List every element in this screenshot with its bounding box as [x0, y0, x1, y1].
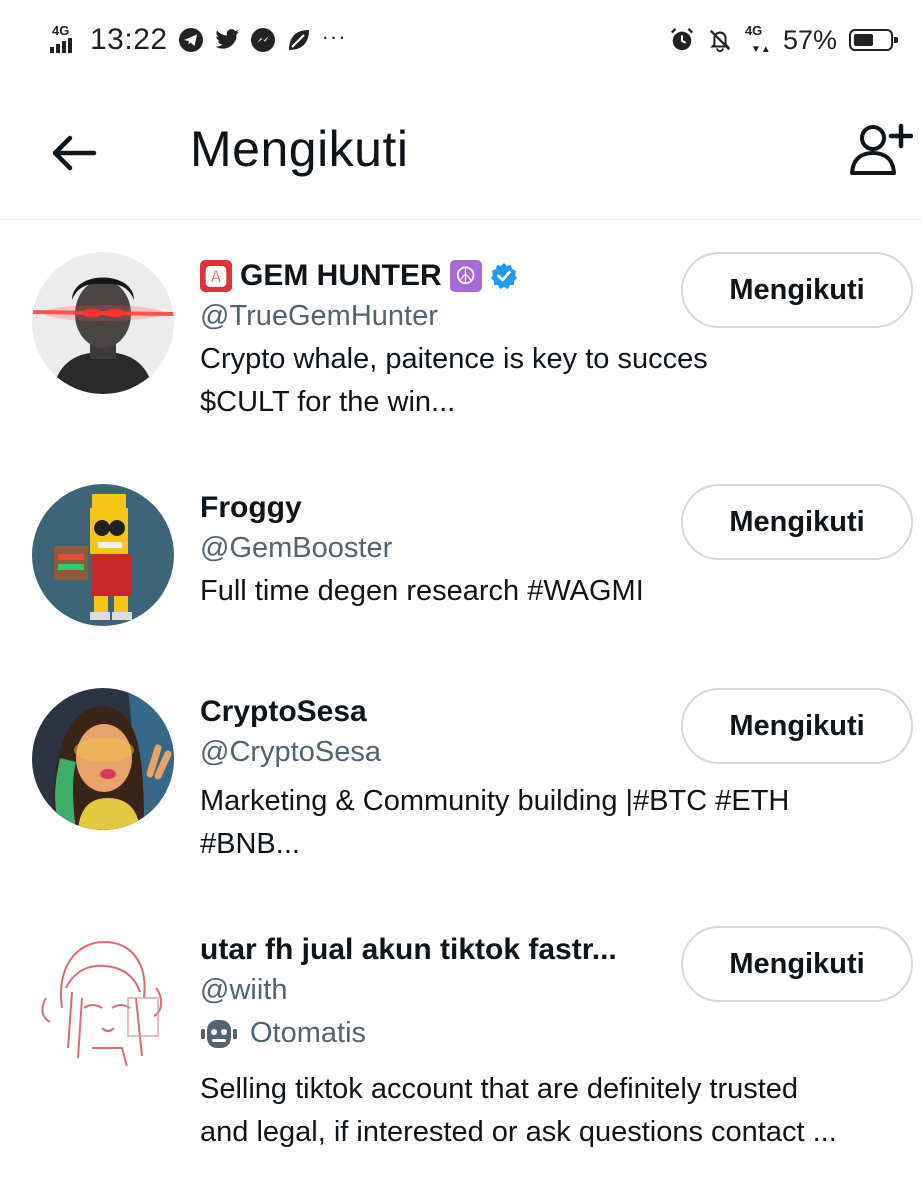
verified-badge-icon [490, 262, 518, 290]
avatar[interactable] [32, 252, 174, 394]
avatar[interactable] [32, 688, 174, 830]
user-bio: Selling tiktok account that are definite… [200, 1073, 837, 1148]
following-button[interactable]: Mengikuti [681, 484, 913, 560]
notifications-off-icon [707, 27, 733, 53]
display-name: Froggy [200, 491, 302, 524]
following-button[interactable]: Mengikuti [681, 926, 913, 1002]
arrow-left-icon [52, 135, 97, 171]
top-app-bar: Mengikuti [0, 80, 921, 220]
battery-icon [849, 29, 898, 51]
user-bio: Crypto whale, paitence is key to succes … [200, 343, 708, 418]
add-user-icon [850, 123, 913, 175]
automated-account-label: Otomatis [200, 1010, 921, 1056]
display-name: GEM HUNTER [240, 259, 442, 292]
avatar[interactable] [32, 928, 174, 1070]
user-row[interactable]: 🅰 GEM HUNTER ☮ @TrueGemHunter Crypto wha… [0, 250, 921, 470]
network-type: 4G [52, 23, 70, 38]
back-button[interactable] [44, 124, 102, 182]
mobile-data-icon: 4G ▼▲ [744, 23, 771, 55]
signal-icon: 4G [50, 23, 80, 57]
status-bar: 4G 13:22 ··· 4G ▼▲ 57% [0, 0, 921, 80]
user-bio: Full time degen research #WAGMI [200, 575, 644, 607]
user-row[interactable]: Froggy @GemBooster Full time degen resea… [0, 482, 921, 642]
user-row[interactable]: CryptoSesa @CryptoSesa Marketing & Commu… [0, 686, 921, 886]
following-button[interactable]: Mengikuti [681, 688, 913, 764]
more-notifications: ··· [321, 24, 347, 49]
display-name: CryptoSesa [200, 695, 367, 728]
alarm-icon [669, 27, 695, 53]
clock: 13:22 [90, 23, 168, 56]
user-row[interactable]: utar fh jual akun tiktok fastr... @wiith… [0, 924, 921, 1184]
letter-a-emoji-icon: 🅰 [200, 260, 232, 292]
network-type-right: 4G [744, 23, 763, 38]
bot-icon [201, 1020, 237, 1048]
display-name: utar fh jual akun tiktok fastr... [200, 933, 617, 966]
messenger-icon [250, 27, 276, 53]
peace-emoji-icon: ☮ [449, 260, 482, 292]
avatar[interactable] [32, 484, 174, 626]
following-button[interactable]: Mengikuti [681, 252, 913, 328]
add-user-button[interactable] [849, 118, 913, 180]
leaf-app-icon [286, 27, 312, 53]
telegram-icon [178, 27, 204, 53]
page-title: Mengikuti [190, 121, 409, 177]
user-bio: Marketing & Community building |#BTC #ET… [200, 785, 790, 860]
automated-text: Otomatis [250, 1016, 367, 1049]
battery-percent: 57% [782, 24, 837, 55]
twitter-icon [214, 27, 240, 53]
